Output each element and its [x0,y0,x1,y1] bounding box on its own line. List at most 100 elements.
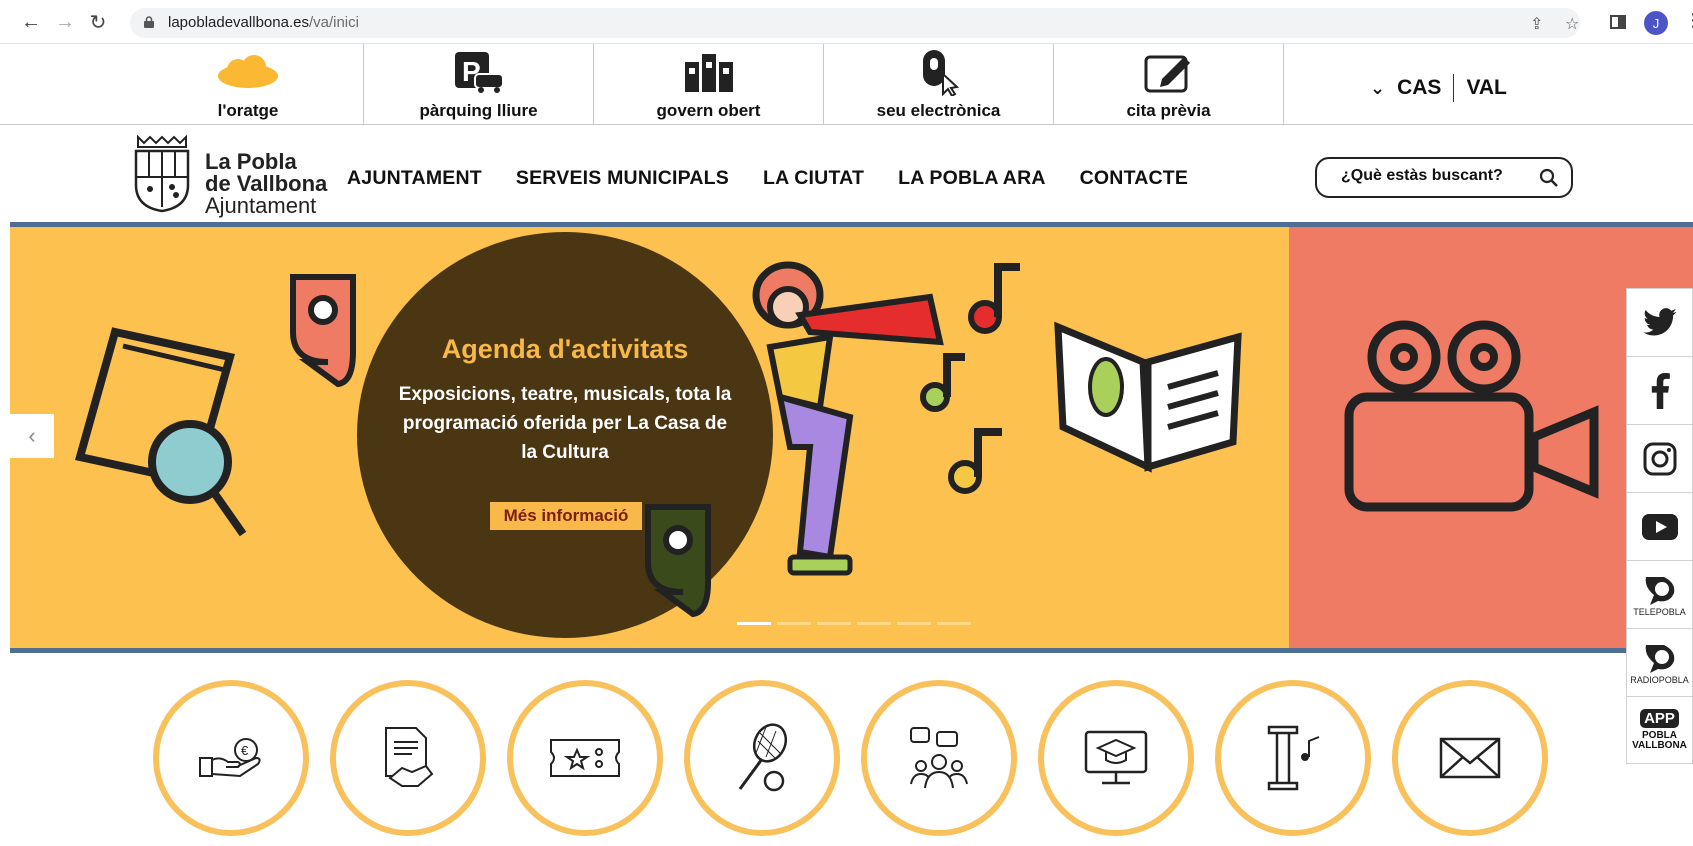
chevron-left-icon: ‹ [28,423,36,448]
culture-icon [1267,725,1320,791]
online-training-icon [1084,730,1148,785]
star-icon[interactable]: ☆ [1565,14,1579,34]
slide-dot[interactable] [817,622,851,625]
tennis-icon [738,723,788,792]
quick-open-government[interactable]: govern obert [593,44,823,124]
lang-val[interactable]: VAL [1466,76,1506,100]
radiopobla-link[interactable]: RADIOPOBLA [1626,628,1693,696]
service-culture[interactable] [1215,680,1371,836]
telepobla-icon [1645,576,1674,605]
ticket-icon [550,739,620,777]
camera-icon [1344,320,1599,512]
lock-icon [144,16,154,28]
coat-of-arms-icon [134,134,190,213]
instagram-icon [1643,442,1676,475]
svg-text:€: € [241,743,249,758]
app-link[interactable]: APP POBLA VALLBONA [1626,696,1693,764]
youtube-icon [1641,513,1678,540]
service-contact-mail[interactable] [1392,680,1548,836]
menu-la-pobla-ara[interactable]: LA POBLA ARA [898,167,1046,190]
reload-icon[interactable]: ↻ [85,9,111,35]
edit-icon [1144,55,1190,93]
quick-label: l'oratge [217,101,279,120]
buildings-icon [684,54,733,92]
telepobla-caption: TELEPOBLA [1633,606,1686,617]
logo-text: La Pobla de Vallbona Ajuntament [205,149,328,218]
search-input[interactable] [1341,167,1531,185]
language-switch: ⌄ CAS VAL [1370,74,1507,102]
browser-toolbar: ← → ↻ lapobladevallbona.es/va/inici ⇪ ☆ … [0,0,1693,44]
slider-dots [737,622,971,625]
facebook-icon [1651,372,1670,409]
more-info-button[interactable]: Més informació [490,502,642,530]
back-icon[interactable]: ← [18,9,44,35]
search-box [1315,157,1573,198]
service-tax[interactable]: € [153,680,309,836]
quick-links-bar: l'oratge P pàrquing lliure govern obert … [0,44,1693,125]
site-header: La Pobla de Vallbona Ajuntament AJUNTAME… [0,125,1693,222]
open-book-icon [1054,321,1242,473]
quick-appointment[interactable]: cita prèvia [1053,44,1283,124]
avatar[interactable]: J [1644,11,1668,35]
address-bar[interactable]: lapobladevallbona.es/va/inici ⇪ ☆ [130,8,1580,38]
quick-label: govern obert [656,101,761,120]
book-search-icon [75,327,247,537]
slide-dot[interactable] [857,622,891,625]
hero-text: Exposicions, teatre, musicals, tota la p… [398,384,732,463]
quick-label: pàrquing lliure [419,101,538,120]
lang-cas[interactable]: CAS [1397,76,1441,100]
hero-title: Agenda d'activitats [441,334,689,364]
slide-dot[interactable] [937,622,971,625]
radiopobla-icon [1645,644,1674,673]
menu-la-ciutat[interactable]: LA CIUTAT [763,167,864,190]
url-text: lapobladevallbona.es/va/inici [168,14,359,31]
app-badge: APP [1640,709,1679,728]
service-online-training[interactable] [1038,680,1194,836]
instagram-link[interactable] [1626,424,1693,492]
menu-serveis-municipals[interactable]: SERVEIS MUNICIPALS [516,167,729,190]
share-icon[interactable]: ⇪ [1530,14,1543,34]
quick-label: seu electrònica [876,101,1001,120]
hero-slider: Agenda d'activitats Exposicions, teatre,… [10,222,1693,653]
participation-icon [910,727,968,789]
chevron-down-icon[interactable]: ⌄ [1370,78,1385,99]
tax-icon: € [199,738,261,778]
menu-ajuntament[interactable]: AJUNTAMENT [347,167,482,190]
service-sports[interactable] [684,680,840,836]
twitter-icon [1643,307,1676,335]
slide-dot[interactable] [777,622,811,625]
menu-contacte[interactable]: CONTACTE [1080,167,1188,190]
facebook-link[interactable] [1626,356,1693,424]
mail-icon [1439,737,1501,779]
prev-slide-button[interactable]: ‹ [10,414,54,458]
slide-dot[interactable] [737,622,771,625]
agreement-icon [385,727,434,787]
youtube-link[interactable] [1626,492,1693,560]
service-participation[interactable] [861,680,1017,836]
app-caption: POBLA VALLBONA [1632,730,1687,751]
slide-dot[interactable] [897,622,931,625]
menu-dots-icon[interactable]: ⋮ [1684,10,1693,31]
musician-illustration [752,261,1020,576]
telepobla-link[interactable]: TELEPOBLA [1626,560,1693,628]
quote-mark-icon [645,504,711,618]
cloud-icon [218,55,278,88]
quote-mark-icon [290,274,356,388]
parking-icon: P [454,52,504,93]
main-menu: AJUNTAMENT SERVEIS MUNICIPALS LA CIUTAT … [347,167,1188,190]
quick-label: cita prèvia [1126,101,1211,120]
lang-divider [1453,74,1455,102]
radiopobla-caption: RADIOPOBLA [1630,674,1689,685]
forward-icon[interactable]: → [52,9,78,35]
service-agreements[interactable] [330,680,486,836]
quick-e-office[interactable]: seu electrònica [823,44,1053,124]
site-logo[interactable]: La Pobla de Vallbona Ajuntament [132,133,332,217]
mouse-icon [922,50,959,96]
quick-parking[interactable]: P pàrquing lliure [363,44,593,124]
service-tickets[interactable] [507,680,663,836]
twitter-link[interactable] [1626,288,1693,356]
quick-weather[interactable]: l'oratge [133,44,363,124]
side-panel-icon[interactable] [1610,15,1626,29]
social-sidebar: TELEPOBLA RADIOPOBLA APP POBLA VALLBONA [1626,288,1693,764]
search-icon[interactable] [1539,168,1559,188]
